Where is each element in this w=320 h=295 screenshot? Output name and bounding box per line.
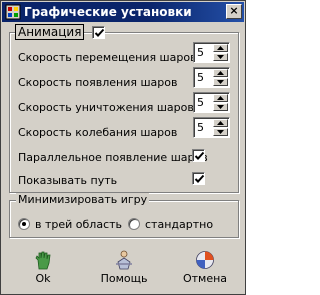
window-title: Графические установки [24,5,192,19]
app-settings-icon [5,4,21,20]
arrow-up-icon [217,46,224,50]
speed-move-down-button[interactable] [213,53,228,61]
ok-button-label: Ok [35,272,51,285]
speed-destroy-up-button[interactable] [213,94,228,102]
arrow-up-icon [217,121,224,125]
animation-label: Анимация [15,24,85,40]
ok-button[interactable]: Ok [11,248,75,294]
help-button-label: Помощь [100,272,148,285]
minimize-legend: Минимизировать игру [16,193,150,206]
show-path-checkbox[interactable] [192,172,205,185]
radio-selected-dot [22,222,26,226]
speed-destroy-stepper[interactable]: 5 [193,92,230,113]
settings-window: Графические установки × Анимация Скорост… [0,0,246,295]
speed-appear-value: 5 [197,71,204,84]
arrow-down-icon [217,130,224,134]
speed-wobble-stepper[interactable]: 5 [193,117,230,138]
speed-destroy-label: Скорость уничтожения шаров [18,101,194,114]
cancel-button-label: Отмена [182,272,228,285]
cancel-icon [196,251,214,269]
arrow-down-icon [217,55,224,59]
arrow-down-icon [217,80,224,84]
arrow-up-icon [217,96,224,100]
parallel-appear-label: Параллельное появление шаров [18,151,208,164]
help-icon [116,250,132,270]
speed-destroy-value: 5 [197,96,204,109]
speed-wobble-up-button[interactable] [213,119,228,127]
close-icon: × [229,4,239,17]
parallel-appear-checkbox[interactable] [192,149,205,162]
speed-appear-down-button[interactable] [213,78,228,86]
speed-wobble-label: Скорость колебания шаров [18,126,178,139]
check-icon [194,151,205,160]
speed-move-label: Скорость перемещения шаров [18,51,197,64]
radio-tray[interactable] [18,218,30,230]
speed-move-up-button[interactable] [213,44,228,52]
check-icon [94,28,105,37]
help-button[interactable]: Помощь [92,248,156,294]
radio-tray-label[interactable]: в трей область [35,218,122,231]
show-path-label: Показывать путь [18,174,118,187]
animation-checkbox[interactable] [92,26,105,39]
speed-destroy-down-button[interactable] [213,103,228,111]
title-bar[interactable]: Графические установки × [2,2,244,22]
speed-appear-stepper[interactable]: 5 [193,67,230,88]
radio-standard[interactable] [128,218,140,230]
speed-appear-up-button[interactable] [213,69,228,77]
hand-icon [35,251,51,270]
animation-legend: Анимация [15,24,85,40]
speed-wobble-value: 5 [197,121,204,134]
radio-standard-label[interactable]: стандартно [145,218,213,231]
close-button[interactable]: × [226,4,242,19]
check-icon [194,174,205,183]
speed-wobble-down-button[interactable] [213,128,228,136]
speed-move-value: 5 [197,46,204,59]
speed-move-stepper[interactable]: 5 [193,42,230,63]
cancel-button[interactable]: Отмена [173,248,237,294]
arrow-up-icon [217,71,224,75]
speed-appear-label: Скорость появления шаров [18,76,178,89]
arrow-down-icon [217,105,224,109]
